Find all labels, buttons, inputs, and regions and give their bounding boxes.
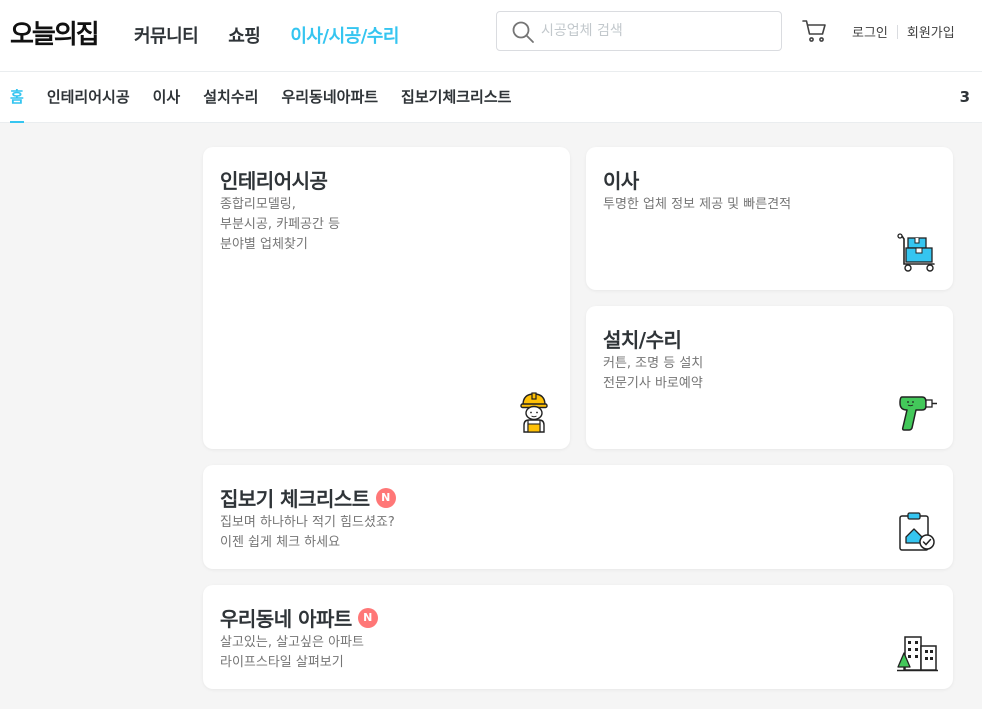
search-box[interactable]	[496, 11, 782, 51]
worker-icon	[520, 392, 548, 433]
nav-shopping[interactable]: 쇼핑	[228, 22, 261, 48]
card-checklist[interactable]: 집보기 체크리스트 N 집보며 하나하나 적기 힘드셨죠? 이젠 쉽게 체크 하…	[203, 465, 953, 569]
sub-nav: 홈 인테리어시공 이사 설치수리 우리동네아파트 집보기체크리스트 3	[0, 72, 982, 123]
main-nav: 커뮤니티 쇼핑 이사/시공/수리	[134, 22, 429, 48]
login-link[interactable]: 로그인	[852, 22, 888, 41]
subnav-repair[interactable]: 설치수리	[203, 72, 258, 123]
subnav-apartment[interactable]: 우리동네아파트	[281, 72, 378, 123]
apartment-icon	[897, 636, 938, 672]
card-repair[interactable]: 설치/수리 커튼, 조명 등 설치 전문기사 바로예약	[586, 306, 953, 449]
clipboard-check-icon	[899, 512, 935, 551]
card-title: 이사	[603, 169, 639, 193]
card-interior[interactable]: 인테리어시공 종합리모델링, 부분시공, 카페공간 등 분야별 업체찾기	[203, 147, 570, 449]
subnav-more[interactable]: 3	[960, 72, 970, 123]
subnav-interior[interactable]: 인테리어시공	[47, 72, 130, 123]
card-title: 인테리어시공	[220, 169, 328, 193]
search-icon	[512, 21, 534, 43]
card-description: 살고있는, 살고싶은 아파트 라이프스타일 살펴보기	[220, 635, 364, 670]
subnav-moving[interactable]: 이사	[153, 72, 181, 123]
signup-link[interactable]: 회원가입	[907, 22, 955, 41]
card-moving[interactable]: 이사 투명한 업체 정보 제공 및 빠른견적	[586, 147, 953, 290]
auth-links: 로그인 회원가입	[852, 22, 955, 41]
drill-icon	[899, 396, 937, 431]
new-badge: N	[357, 607, 378, 628]
nav-moving-repair[interactable]: 이사/시공/수리	[290, 22, 399, 48]
card-description: 종합리모델링, 부분시공, 카페공간 등 분야별 업체찾기	[220, 197, 341, 252]
search-input[interactable]	[541, 12, 771, 50]
subnav-checklist[interactable]: 집보기체크리스트	[401, 72, 511, 123]
card-description: 집보며 하나하나 적기 힘드셨죠? 이젠 쉽게 체크 하세요	[220, 515, 395, 550]
auth-divider	[896, 24, 898, 39]
new-badge: N	[375, 487, 396, 508]
card-apartment[interactable]: 우리동네 아파트 N 살고있는, 살고싶은 아파트 라이프스타일 살펴보기	[203, 585, 953, 689]
card-description: 투명한 업체 정보 제공 및 빠른견적	[603, 197, 792, 212]
card-title: 집보기 체크리스트 N	[220, 483, 396, 512]
subnav-home[interactable]: 홈	[10, 72, 24, 123]
card-description: 커튼, 조명 등 설치 전문기사 바로예약	[603, 356, 704, 391]
cart-icon[interactable]	[802, 18, 828, 44]
nav-community[interactable]: 커뮤니티	[134, 22, 199, 48]
logo[interactable]: 오늘의집	[10, 14, 100, 51]
card-title: 설치/수리	[603, 328, 682, 352]
card-title: 우리동네 아파트 N	[220, 603, 378, 632]
top-header: 오늘의집 커뮤니티 쇼핑 이사/시공/수리 로그인 회원가입	[0, 0, 982, 72]
moving-cart-icon	[897, 233, 935, 272]
